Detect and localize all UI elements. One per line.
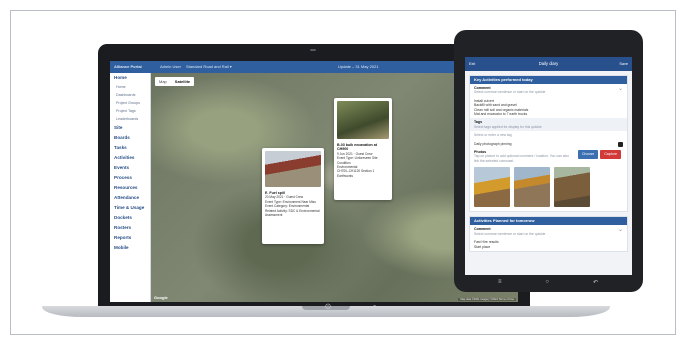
power-icon[interactable]: ⏻: [322, 302, 334, 314]
brand-logo[interactable]: Alliance Portal: [114, 61, 142, 73]
back-icon[interactable]: ↶: [368, 302, 380, 314]
capture-button[interactable]: Capture: [600, 150, 621, 160]
event-card-fuel-spill[interactable]: E. Fuel spill 20 May 2021 · Guest Crew E…: [262, 148, 324, 244]
comment-text[interactable]: Install culvert Backfill with sand and g…: [470, 97, 627, 119]
comment-line: Start place: [474, 244, 491, 249]
tablet-bezel-controls: ≡ ○ ↶: [498, 279, 598, 286]
event-photo: [337, 101, 389, 139]
sidebar-item-project-groups[interactable]: Project Groups: [110, 99, 150, 107]
sidebar-item-home[interactable]: Home: [110, 83, 150, 91]
comment-label: Comment: [474, 86, 491, 90]
sidebar-item-dashboards[interactable]: Dashboards: [110, 91, 150, 99]
google-logo: Google: [154, 295, 168, 300]
sidebar-item-site[interactable]: Site: [110, 123, 150, 133]
comment-label: Comment: [474, 227, 491, 232]
pinning-label: Daily photograph pinning: [474, 141, 512, 146]
comment-hint: Select common sentence or start on the q…: [474, 231, 546, 236]
tags-field: Tags Select tags applied for display for…: [470, 118, 627, 132]
diary-title: Daily diary: [538, 61, 559, 66]
sidebar-item-rosters[interactable]: Rosters: [110, 223, 150, 233]
sidebar-item-activities[interactable]: Activities: [110, 153, 150, 163]
sidebar-item-leaderboards[interactable]: Leaderboards: [110, 115, 150, 123]
sidebar-item-mobile[interactable]: Mobile: [110, 243, 150, 253]
comment-hint: Select common sentence or start on the q…: [474, 90, 546, 95]
checkbox-icon[interactable]: [618, 141, 623, 147]
photo-thumbnail[interactable]: [474, 167, 510, 208]
tablet-screen: Exit Daily diary Save Key Activities per…: [465, 57, 632, 275]
photo-thumbnail[interactable]: [514, 167, 550, 208]
section-title: Activities Planned for tomorrow: [470, 217, 627, 226]
project-selector[interactable]: Standard Road and Rail ▾: [186, 61, 232, 73]
photo-buttons: Choose Capture: [577, 150, 621, 160]
map-type-tabs: Map Satellite: [155, 77, 195, 86]
event-title: B-03 bulk excavation at CH900: [337, 143, 377, 152]
comment-line: Mat and excavator to 7 earth trucks: [474, 112, 528, 117]
choose-button[interactable]: Choose: [577, 150, 599, 160]
key-activities-section: Key Activities performed today ⌄ Comment…: [469, 75, 628, 213]
sidebar-item-events[interactable]: Events: [110, 163, 150, 173]
photos-field: Choose Capture Photos Tap on picture to …: [470, 148, 627, 165]
event-activity: Related Activity: SDC & Environmental As…: [265, 208, 320, 218]
photos-label: Photos: [474, 150, 487, 155]
tablet-device: Exit Daily diary Save Key Activities per…: [454, 30, 643, 292]
planned-activities-section: Activities Planned for tomorrow ⌄ Commen…: [469, 216, 628, 252]
event-type: Event Type: Unforeseen Site Condition: [337, 156, 378, 165]
sidebar-item-attendance[interactable]: Attendance: [110, 193, 150, 203]
diary-header: Exit Daily diary Save: [465, 57, 632, 71]
comment-field[interactable]: ⌄ Comment Select common sentence or star…: [470, 84, 627, 97]
sidebar-item-home[interactable]: Home: [110, 73, 150, 83]
tab-map[interactable]: Map: [155, 77, 171, 86]
photo-thumbnail[interactable]: [554, 167, 590, 208]
map-attribution: Map data ©2021 Imagery ©2021 Terms of Us…: [458, 298, 516, 301]
sidebar-item-process[interactable]: Process: [110, 173, 150, 183]
laptop-bezel-controls: ≡ ⏻ ↶: [276, 302, 380, 314]
laptop-camera: [310, 49, 316, 51]
home-icon[interactable]: ○: [545, 279, 549, 286]
sidebar-nav: Home Home Dashboards Project Groups Project …: [110, 73, 151, 302]
sidebar-item-tasks[interactable]: Tasks: [110, 143, 150, 153]
event-card-excavation[interactable]: B-03 bulk excavation at CH900 9 Jun 2021…: [334, 98, 392, 200]
chevron-down-icon[interactable]: ⌄: [618, 86, 623, 92]
sidebar-item-project-tags[interactable]: Project Tags: [110, 107, 150, 115]
tags-hint: Select tags applied for display for this…: [474, 124, 542, 129]
comment-text[interactable]: Fast Hire results Start place: [470, 238, 627, 251]
tags-label: Tags: [474, 120, 483, 125]
update-title: Update – 31 May 2021: [338, 64, 379, 69]
sidebar-item-reports[interactable]: Reports: [110, 233, 150, 243]
sidebar-item-resources[interactable]: Resources: [110, 183, 150, 193]
photo-gallery: [470, 165, 627, 211]
save-button[interactable]: Save: [619, 57, 628, 71]
photos-hint: Tap on picture to add optional comment /…: [474, 154, 569, 163]
event-photo: [265, 151, 321, 187]
menu-icon[interactable]: ≡: [276, 302, 288, 314]
event-activity: CH700–CH1120 Section 1 Earthworks: [337, 169, 375, 178]
chevron-down-icon[interactable]: ⌄: [618, 227, 623, 233]
tab-satellite[interactable]: Satellite: [171, 77, 194, 86]
pinning-toggle-row[interactable]: Daily photograph pinning: [470, 140, 627, 148]
back-icon[interactable]: ↶: [593, 279, 598, 286]
section-title: Key Activities performed today: [470, 76, 627, 84]
tag-input[interactable]: Select or enter a new tag: [470, 131, 627, 139]
exit-button[interactable]: Exit: [469, 57, 475, 71]
menu-icon[interactable]: ≡: [498, 279, 502, 286]
admin-user-menu[interactable]: Admin User: [160, 61, 181, 73]
sidebar-item-time-usage[interactable]: Time & Usage: [110, 203, 150, 213]
sidebar-item-boards[interactable]: Boards: [110, 133, 150, 143]
comment-field[interactable]: ⌄ Comment Select common sentence or star…: [470, 225, 627, 238]
sidebar-item-dockets[interactable]: Dockets: [110, 213, 150, 223]
